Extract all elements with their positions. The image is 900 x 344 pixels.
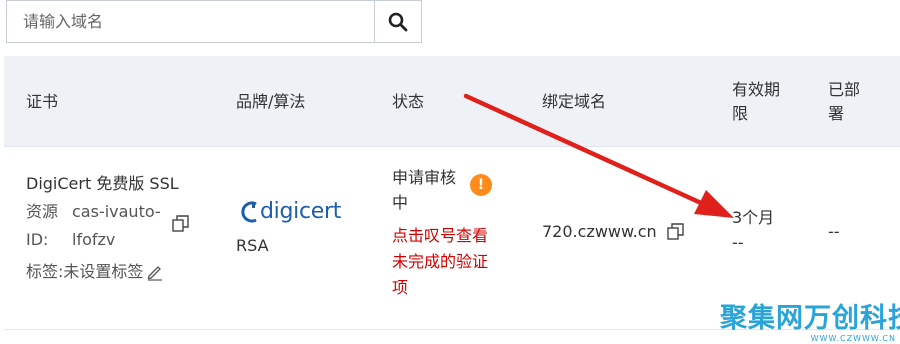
cert-name: DigiCert 免费版 SSL [26,174,179,193]
status-hint-line1: 点击叹号查看 [392,226,489,245]
digicert-mark-icon [241,201,257,222]
header-brand: 品牌/算法 [236,92,306,111]
status-warning-button[interactable]: ! [470,174,492,196]
header-cert: 证书 [26,92,59,111]
status-line1: 申请审核 [392,168,457,187]
header-validity-line2: 限 [732,104,749,123]
bound-domain: 720.czwww.cn [542,222,657,241]
resource-label-2: ID: [26,230,49,249]
digicert-logo: digicert [240,199,341,224]
copy-resource-id-icon[interactable] [172,215,189,232]
resource-id-line1: cas-ivauto- [72,202,161,221]
header-validity-line1: 有效期 [732,80,781,99]
header-validity: 有效期 限 [732,78,780,126]
resource-id-line2: lfofzv [72,230,116,249]
tag-row[interactable]: 标签:未设置标签 [26,259,164,284]
certificate-table: 证书 品牌/算法 状态 绑定域名 有效期 限 已部 署 DigiCert 免费版… [4,56,900,330]
search-icon [388,12,408,31]
header-status: 状态 [392,92,425,111]
digicert-logo-text: digicert [260,199,342,224]
deployed-status: -- [828,222,840,241]
status-hint-line2: 未完成的验证 [392,252,489,271]
search-bar [6,0,422,43]
exclamation-icon: ! [470,174,492,196]
watermark-brand: 聚集网万创科技 [720,303,900,334]
resource-label-1: 资源 [26,202,59,221]
header-deployed-line1: 已部 [828,80,861,99]
table-header: 证书 品牌/算法 状态 绑定域名 有效期 限 已部 署 [4,56,900,147]
validity-line2: -- [732,233,744,252]
watermark-logo: 聚集网万创科技 WWW.CZWWW.CN [720,303,900,344]
domain-search-input[interactable] [7,1,374,42]
status-hint-line3: 项 [392,278,409,297]
header-deployed: 已部 署 [828,78,860,126]
algorithm: RSA [236,236,269,255]
header-domain: 绑定域名 [542,92,607,111]
copy-domain-icon[interactable] [666,223,684,240]
validity-line1: 3个月 [732,208,775,227]
bound-domain-cell: 720.czwww.cn [542,219,684,244]
search-button[interactable] [374,1,421,42]
tag-label: 标签:未设置标签 [26,262,144,281]
watermark-url: WWW.CZWWW.CN [810,334,896,343]
edit-icon[interactable] [146,263,164,281]
status-line2: 中 [392,193,409,212]
header-deployed-line2: 署 [828,104,845,123]
